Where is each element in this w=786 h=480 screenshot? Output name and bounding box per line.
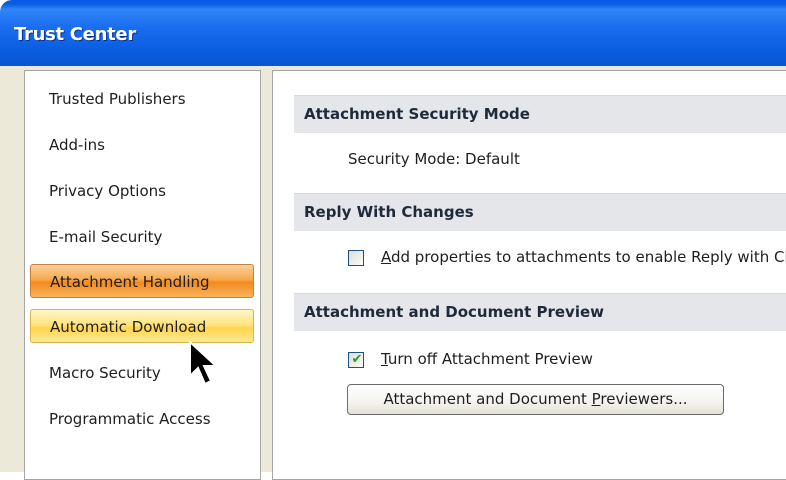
sidebar-item-programmatic-access[interactable]: Programmatic Access	[30, 402, 254, 436]
section-header-reply-changes: Reply With Changes	[294, 193, 786, 231]
button-suffix: reviewers...	[600, 390, 688, 408]
sidebar-item-label: Automatic Download	[50, 318, 207, 336]
sidebar-item-email-security[interactable]: E-mail Security	[30, 220, 254, 254]
button-prefix: Attachment and Document	[383, 390, 592, 408]
arrow-cursor-icon	[189, 340, 219, 386]
sidebar-item-label: Attachment Handling	[50, 273, 210, 291]
sidebar-item-attachment-handling[interactable]: Attachment Handling	[30, 264, 254, 298]
window-title: Trust Center	[14, 24, 136, 45]
attachment-preview-checkbox[interactable]: ✔	[348, 352, 364, 368]
sidebar-item-privacy-options[interactable]: Privacy Options	[30, 174, 254, 208]
sidebar-item-add-ins[interactable]: Add-ins	[30, 128, 254, 162]
section-header-preview: Attachment and Document Preview	[294, 293, 786, 331]
sidebar-item-macro-security[interactable]: Macro Security	[30, 356, 254, 390]
access-key: T	[381, 350, 388, 368]
sidebar-item-label: Trusted Publishers	[49, 90, 186, 108]
section-header-security-mode: Attachment Security Mode	[294, 95, 786, 133]
sidebar-item-label: Programmatic Access	[49, 410, 211, 428]
sidebar-item-label: E-mail Security	[49, 228, 163, 246]
title-bar: Trust Center	[0, 0, 786, 66]
sidebar-item-automatic-download[interactable]: Automatic Download	[30, 309, 254, 343]
sidebar-item-trusted-publishers[interactable]: Trusted Publishers	[30, 82, 254, 116]
reply-changes-label: Add properties to attachments to enable …	[381, 248, 786, 266]
attachment-preview-label: Turn off Attachment Preview	[381, 350, 593, 368]
sidebar-item-label: Privacy Options	[49, 182, 166, 200]
sidebar-item-label: Macro Security	[49, 364, 161, 382]
previewers-button[interactable]: Attachment and Document Previewers...	[347, 384, 724, 415]
label-text: dd properties to attachments to enable R…	[391, 248, 786, 266]
label-text: urn off Attachment Preview	[387, 350, 593, 368]
reply-changes-checkbox[interactable]	[348, 250, 364, 266]
check-mark-icon: ✔	[351, 352, 363, 367]
sidebar-item-label: Add-ins	[49, 136, 105, 154]
security-mode-text: Security Mode: Default	[348, 150, 520, 168]
access-key: A	[381, 248, 391, 266]
